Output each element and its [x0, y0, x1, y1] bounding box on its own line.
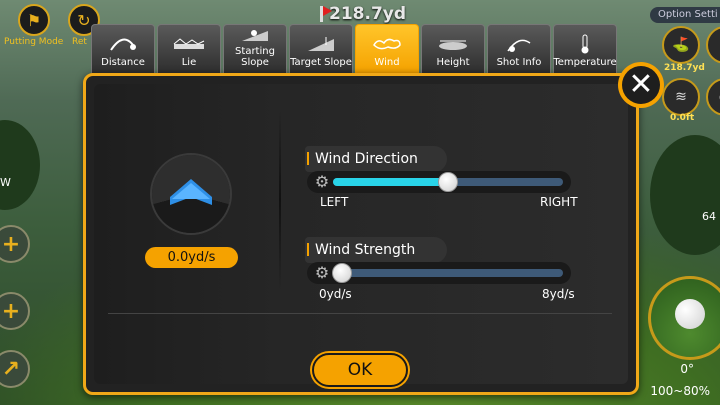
wind-direction-title: Wind Direction — [305, 146, 447, 172]
panel-divider — [279, 110, 281, 290]
tab-label: Lie — [181, 57, 197, 68]
wind-strength-knob[interactable] — [332, 263, 353, 283]
shot-info-icon — [499, 34, 539, 54]
tab-label: Height — [436, 57, 470, 68]
wind-icon — [367, 34, 407, 54]
gear-icon[interactable]: ⚙ — [313, 173, 331, 191]
tab-label: Target Slope — [290, 57, 352, 68]
tab-starting-slope[interactable]: Starting Slope — [223, 24, 287, 73]
tab-shot-info[interactable]: Shot Info — [487, 24, 551, 73]
putting-mode-label: Putting Mode — [4, 37, 64, 47]
tab-height[interactable]: Height — [421, 24, 485, 73]
power-range: 100~80% — [650, 384, 710, 398]
wind-direction-fill — [333, 178, 448, 186]
wind-direction-slider-container: ⚙ — [307, 171, 571, 193]
option-tab-bar: Distance Lie Starting Slope Target Slope… — [91, 24, 617, 73]
wind-speed-display: 0.0yd/s — [145, 247, 238, 268]
close-icon: ✕ — [622, 66, 660, 104]
close-button[interactable]: ✕ — [618, 62, 664, 108]
wind-direction-compass — [150, 153, 232, 235]
starting-slope-icon — [235, 25, 275, 43]
tab-label: Starting Slope — [235, 46, 275, 68]
option-settings-tab[interactable]: Option Setti — [650, 7, 720, 23]
wind-arrow-icon — [170, 179, 212, 205]
wind-direction-track[interactable] — [333, 172, 563, 192]
tab-temperature[interactable]: Temperature — [553, 24, 617, 73]
wind-direction-knob[interactable] — [438, 172, 458, 192]
tab-lie[interactable]: Lie — [157, 24, 221, 73]
lie-icon — [169, 34, 209, 54]
thermometer-icon — [565, 34, 605, 54]
wind-strength-max-label: 8yd/s — [542, 287, 575, 301]
tab-wind[interactable]: Wind — [355, 24, 419, 73]
tab-label: Wind — [374, 57, 400, 68]
ok-button[interactable]: OK — [312, 353, 408, 387]
distance-value: 218.7yd — [329, 4, 407, 24]
view-circle-button[interactable]: ◉ — [706, 78, 720, 116]
launch-angle: 0° — [680, 362, 694, 376]
flag-icon — [320, 6, 332, 22]
wind-indicator-label: W — [0, 176, 11, 189]
golf-ball-icon — [675, 299, 705, 329]
wind-direction-max-label: RIGHT — [540, 195, 578, 209]
wind-strength-track[interactable] — [332, 263, 563, 283]
tab-label: Distance — [101, 57, 145, 68]
tab-target-slope[interactable]: Target Slope — [289, 24, 353, 73]
tab-label: Shot Info — [496, 57, 542, 68]
putting-mode-button[interactable]: ⚑ — [18, 4, 50, 36]
tree-decoration — [0, 120, 40, 210]
hole-distance: 218.7yd — [320, 4, 406, 24]
lie-circle-button[interactable]: ≋ — [662, 78, 700, 116]
lie-height-value: 0.0ft — [670, 113, 695, 123]
retry-label: Ret — [72, 37, 87, 47]
gear-icon[interactable]: ⚙ — [313, 264, 331, 282]
height-icon — [433, 34, 473, 54]
panel-body — [94, 84, 628, 384]
club-distance: 218.7yd — [664, 63, 705, 73]
wind-settings-panel — [83, 73, 639, 395]
side-value: 64 — [702, 210, 716, 223]
distance-icon — [103, 34, 143, 54]
wind-strength-slider-container: ⚙ — [307, 262, 571, 284]
tab-label: Temperature — [553, 57, 617, 68]
wind-strength-title: Wind Strength — [305, 237, 447, 263]
club-button[interactable]: ⛳ — [662, 26, 700, 64]
panel-separator — [108, 313, 612, 314]
target-slope-icon — [301, 34, 341, 54]
wind-strength-min-label: 0yd/s — [319, 287, 352, 301]
settings-circle-button[interactable]: ⚙ — [706, 26, 720, 64]
wind-direction-min-label: LEFT — [320, 195, 349, 209]
tab-distance[interactable]: Distance — [91, 24, 155, 73]
